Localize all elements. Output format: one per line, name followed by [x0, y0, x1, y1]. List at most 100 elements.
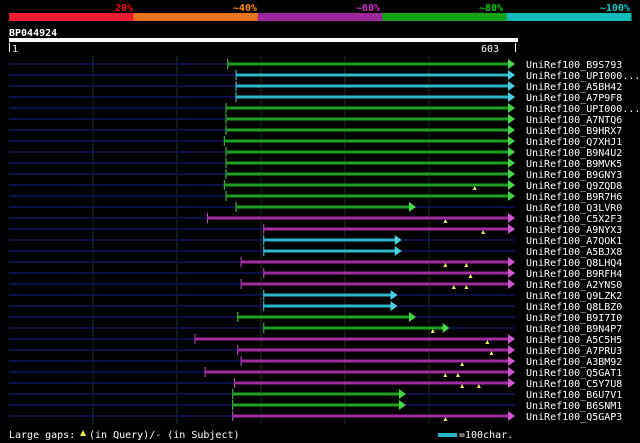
- hit-link[interactable]: UniRef100_Q5GAT1: [526, 368, 622, 379]
- hit-bar[interactable]: [240, 282, 509, 286]
- hit-bar[interactable]: [204, 370, 509, 374]
- hit-row[interactable]: UniRef100_B6U7V1: [9, 389, 622, 401]
- hit-link[interactable]: UniRef100_Q8LBZ0: [526, 302, 622, 313]
- hit-link[interactable]: UniRef100_B6U7V1: [526, 390, 622, 401]
- hit-link[interactable]: UniRef100_A7QOK1: [526, 236, 622, 247]
- hit-row[interactable]: UniRef100_Q5GAT1: [9, 367, 622, 379]
- hit-link[interactable]: UniRef100_A5BJX8: [526, 247, 622, 258]
- hit-bar[interactable]: [263, 238, 396, 242]
- hit-row[interactable]: UniRef100_Q7XHJ1: [9, 136, 622, 148]
- hit-bar[interactable]: [235, 84, 509, 88]
- hit-row[interactable]: UniRef100_A7P9F8: [9, 92, 622, 104]
- hit-link[interactable]: UniRef100_A7P9F8: [526, 93, 622, 104]
- hit-bar[interactable]: [263, 227, 509, 231]
- hit-link[interactable]: UniRef100_B9R7H6: [526, 192, 622, 203]
- hit-row[interactable]: UniRef100_C5X2F3: [9, 213, 622, 225]
- hit-row[interactable]: UniRef100_A7QOK1: [9, 235, 622, 247]
- hit-bar[interactable]: [223, 139, 509, 143]
- hit-link[interactable]: UniRef100_Q9LZK2: [526, 291, 622, 302]
- hit-row[interactable]: UniRef100_Q5GAP3: [9, 411, 622, 423]
- hit-bar[interactable]: [235, 95, 509, 99]
- hit-row[interactable]: UniRef100_B9RFH4: [9, 268, 622, 280]
- hit-bar[interactable]: [240, 260, 509, 264]
- hit-bar[interactable]: [225, 194, 510, 198]
- hit-row[interactable]: UniRef100_A5BH42: [9, 81, 622, 93]
- hit-row[interactable]: UniRef100_A7PRU3: [9, 345, 622, 357]
- hit-link[interactable]: UniRef100_Q3LVR0: [526, 203, 622, 214]
- hit-bar[interactable]: [235, 73, 509, 77]
- hit-link[interactable]: UniRef100_B9N4P7: [526, 324, 622, 335]
- hit-link[interactable]: UniRef100_A3BM92: [526, 357, 622, 368]
- hit-link[interactable]: UniRef100_A2YNS0: [526, 280, 622, 291]
- hit-bar[interactable]: [225, 117, 510, 121]
- hit-row[interactable]: UniRef100_A9NYX3: [9, 224, 622, 236]
- hit-link[interactable]: UniRef100_B9MVK5: [526, 159, 622, 170]
- hit-link[interactable]: UniRef100_B9RFH4: [526, 269, 622, 280]
- hit-row[interactable]: UniRef100_A3BM92: [9, 356, 622, 368]
- hit-row[interactable]: UniRef100_B9N4U2: [9, 147, 622, 159]
- hit-bar[interactable]: [263, 304, 392, 308]
- hit-row[interactable]: UniRef100_B9I7I0: [9, 312, 622, 324]
- hit-row[interactable]: UniRef100_B9R7H6: [9, 191, 622, 203]
- hit-bar[interactable]: [233, 381, 509, 385]
- hit-row[interactable]: UniRef100_UPI000...: [9, 103, 640, 115]
- hit-row[interactable]: UniRef100_Q8LBZ0: [9, 301, 622, 313]
- hit-link[interactable]: UniRef100_A5C5H5: [526, 335, 622, 346]
- hit-row[interactable]: UniRef100_A5C5H5: [9, 334, 622, 346]
- hit-bar[interactable]: [240, 359, 509, 363]
- hit-link[interactable]: UniRef100_UPI000...: [526, 71, 640, 82]
- hit-link[interactable]: UniRef100_B9N4U2: [526, 148, 622, 159]
- hit-row[interactable]: UniRef100_B9MVK5: [9, 158, 622, 170]
- hit-link[interactable]: UniRef100_Q8LHQ4: [526, 258, 622, 269]
- hit-link[interactable]: UniRef100_B9GNY3: [526, 170, 622, 181]
- hit-bar[interactable]: [237, 348, 510, 352]
- hit-link[interactable]: UniRef100_B9I7I0: [526, 313, 622, 324]
- hit-row[interactable]: UniRef100_Q9LZK2: [9, 290, 622, 302]
- hit-bar[interactable]: [225, 106, 510, 110]
- hit-bar[interactable]: [207, 216, 509, 220]
- hit-bar[interactable]: [263, 271, 509, 275]
- hit-row[interactable]: UniRef100_B9S793: [9, 59, 622, 71]
- hit-link[interactable]: UniRef100_C5X2F3: [526, 214, 622, 225]
- hit-bar[interactable]: [225, 172, 510, 176]
- hit-bar[interactable]: [225, 161, 510, 165]
- hit-link[interactable]: UniRef100_Q9ZQD8: [526, 181, 622, 192]
- hit-bar[interactable]: [225, 150, 510, 154]
- hit-link[interactable]: UniRef100_Q7XHJ1: [526, 137, 622, 148]
- hit-row[interactable]: UniRef100_C5Y7U8: [9, 378, 622, 390]
- hit-link[interactable]: UniRef100_UPI000...: [526, 104, 640, 115]
- hit-row[interactable]: UniRef100_Q3LVR0: [9, 202, 622, 214]
- hit-link[interactable]: UniRef100_A9NYX3: [526, 225, 622, 236]
- hit-row[interactable]: UniRef100_UPI000...: [9, 70, 640, 82]
- hit-row[interactable]: UniRef100_A7NTQ6: [9, 114, 622, 126]
- hit-bar[interactable]: [194, 337, 510, 341]
- hit-row[interactable]: UniRef100_A2YNS0: [9, 279, 622, 291]
- hit-link[interactable]: UniRef100_Q5GAP3: [526, 412, 622, 423]
- hit-bar[interactable]: [263, 293, 392, 297]
- hit-bar[interactable]: [227, 62, 509, 66]
- hit-link[interactable]: UniRef100_B6SNM1: [526, 401, 622, 412]
- hit-row[interactable]: UniRef100_B6SNM1: [9, 400, 622, 412]
- hit-link[interactable]: UniRef100_B9HRX7: [526, 126, 622, 137]
- hit-row[interactable]: UniRef100_A5BJX8: [9, 246, 622, 258]
- hit-row[interactable]: UniRef100_B9HRX7: [9, 125, 622, 137]
- hit-row[interactable]: UniRef100_Q9ZQD8: [9, 180, 622, 192]
- hit-row[interactable]: UniRef100_Q8LHQ4: [9, 257, 622, 269]
- hit-bar[interactable]: [263, 326, 444, 330]
- hit-link[interactable]: UniRef100_B9S793: [526, 60, 622, 71]
- hit-bar[interactable]: [232, 392, 400, 396]
- hit-link[interactable]: UniRef100_C5Y7U8: [526, 379, 622, 390]
- hit-bar[interactable]: [225, 128, 510, 132]
- pct-label: ~80%: [479, 3, 503, 14]
- hit-bar[interactable]: [232, 403, 400, 407]
- hit-link[interactable]: UniRef100_A7PRU3: [526, 346, 622, 357]
- hit-bar[interactable]: [235, 205, 410, 209]
- hit-row[interactable]: UniRef100_B9GNY3: [9, 169, 622, 181]
- hit-bar[interactable]: [232, 414, 509, 418]
- hit-bar[interactable]: [237, 315, 410, 319]
- hit-link[interactable]: UniRef100_A5BH42: [526, 82, 622, 93]
- hit-bar[interactable]: [223, 183, 509, 187]
- hit-bar[interactable]: [263, 249, 396, 253]
- hit-row[interactable]: UniRef100_B9N4P7: [9, 323, 622, 335]
- hit-link[interactable]: UniRef100_A7NTQ6: [526, 115, 622, 126]
